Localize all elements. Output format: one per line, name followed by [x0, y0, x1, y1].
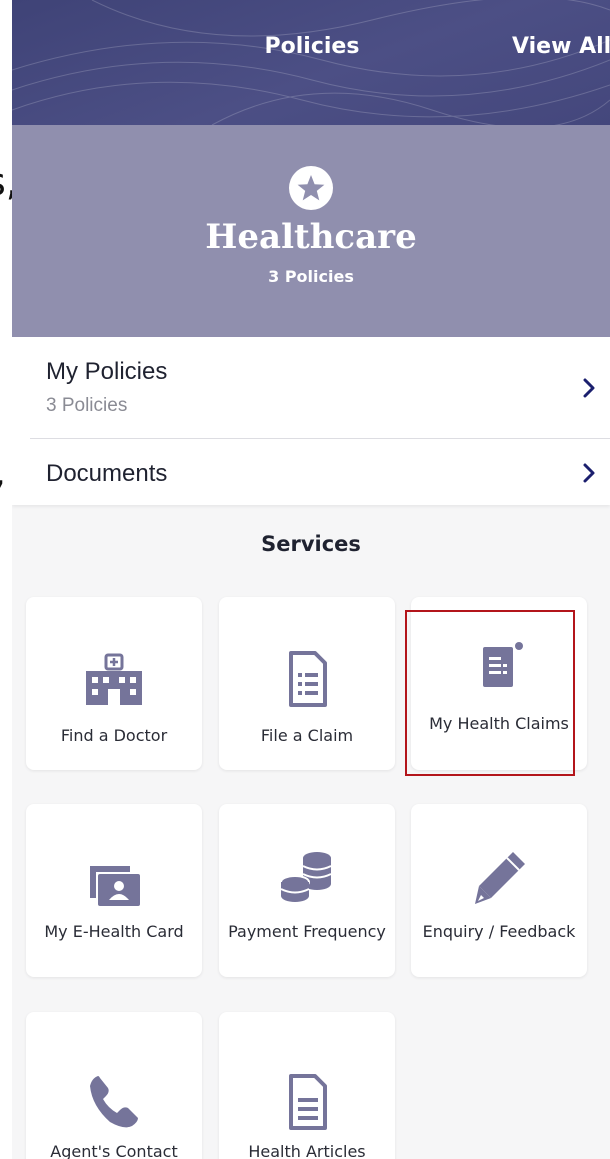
document-list-icon — [289, 651, 327, 707]
category-title: Healthcare — [205, 217, 417, 257]
chevron-right-icon — [583, 463, 595, 483]
header-bar: Policies View All — [12, 0, 610, 125]
tile-label: Payment Frequency — [228, 922, 386, 941]
documents-label: Documents — [46, 460, 168, 487]
category-policy-count: 3 Policies — [268, 267, 354, 286]
services-heading: Services — [261, 532, 361, 556]
tile-label: Find a Doctor — [60, 726, 168, 745]
my-e-health-card-tile[interactable]: My E-Health Card — [26, 804, 202, 977]
id-card-icon — [90, 866, 140, 906]
pencil-icon — [475, 852, 525, 904]
tile-label: My E-Health Card — [44, 922, 184, 941]
tile-label: My Health Claims — [429, 714, 569, 733]
payment-frequency-tile[interactable]: Payment Frequency — [219, 804, 395, 977]
coins-icon — [280, 852, 332, 902]
policy-menu: My Policies 3 Policies Documents — [12, 337, 610, 505]
policy-category-card[interactable]: Healthcare 3 Policies — [12, 125, 610, 337]
tile-label: Health Articles — [248, 1142, 366, 1159]
my-policies-label: My Policies — [46, 358, 168, 385]
page-title: Policies — [264, 34, 360, 59]
enquiry-feedback-tile[interactable]: Enquiry / Feedback — [411, 804, 587, 977]
tile-label: Enquiry / Feedback — [422, 922, 576, 941]
agents-contact-tile[interactable]: Agent's Contact — [26, 1012, 202, 1159]
claims-document-icon — [483, 642, 523, 687]
my-policies-count: 3 Policies — [46, 395, 128, 416]
star-circle-icon — [289, 166, 333, 210]
my-health-claims-tile[interactable]: My Health Claims — [411, 597, 587, 770]
tile-label: Agent's Contact — [50, 1142, 178, 1159]
my-policies-row[interactable]: My Policies 3 Policies — [12, 337, 610, 438]
policies-sheet: Policies View All Healthcare 3 Policies … — [12, 0, 610, 1159]
tile-label: File a Claim — [260, 726, 354, 745]
header-texture — [12, 0, 610, 125]
article-icon — [289, 1074, 327, 1130]
phone-icon — [90, 1076, 138, 1128]
find-a-doctor-tile[interactable]: Find a Doctor — [26, 597, 202, 770]
file-a-claim-tile[interactable]: File a Claim — [219, 597, 395, 770]
documents-row[interactable]: Documents — [12, 438, 610, 505]
chevron-right-icon — [583, 378, 595, 398]
view-all-link[interactable]: View All — [512, 34, 610, 59]
hospital-icon — [86, 653, 142, 705]
background-text-fragment: „ — [0, 450, 6, 494]
health-articles-tile[interactable]: Health Articles — [219, 1012, 395, 1159]
